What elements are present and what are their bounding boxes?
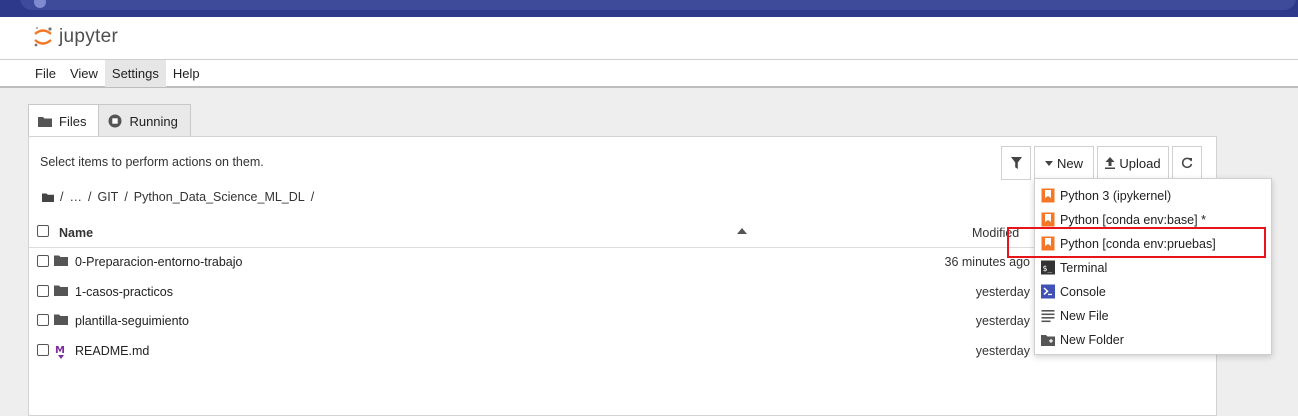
menu-item-new-file[interactable]: New File	[1035, 304, 1271, 328]
filter-icon	[1010, 157, 1022, 169]
notebook-icon	[1041, 212, 1055, 227]
menu-item-python3-ipykernel[interactable]: Python 3 (ipykernel)	[1035, 184, 1271, 208]
terminal-icon: $_	[1041, 260, 1055, 275]
file-toolbar: New Upload	[1001, 146, 1202, 180]
filter-button[interactable]	[1001, 146, 1031, 180]
folder-icon	[54, 314, 68, 325]
file-name[interactable]: README.md	[75, 344, 149, 358]
menu-item-label: Python [conda env:base] *	[1060, 213, 1206, 227]
svg-text:M: M	[55, 345, 65, 356]
breadcrumb-separator: /	[124, 190, 128, 204]
menu-item-label: New Folder	[1060, 333, 1124, 347]
notebook-icon	[1041, 188, 1055, 203]
markdown-file-icon: M	[55, 345, 65, 359]
file-name[interactable]: plantilla-seguimiento	[75, 314, 189, 328]
browser-toolbar	[0, 0, 1298, 17]
file-modified: yesterday	[975, 344, 1030, 358]
new-dropdown-menu: Python 3 (ipykernel) Python [conda env:b…	[1034, 178, 1272, 355]
svg-text:$_: $_	[1043, 264, 1053, 273]
address-bar[interactable]	[20, 0, 1296, 10]
folder-icon[interactable]	[42, 193, 54, 202]
row-checkbox[interactable]	[37, 285, 49, 297]
sort-ascending-icon[interactable]	[737, 228, 747, 234]
jupyter-logo-text: jupyter	[59, 26, 119, 47]
menu-item-new-folder[interactable]: New Folder	[1035, 328, 1271, 352]
upload-button-label: Upload	[1119, 155, 1161, 171]
upload-button[interactable]: Upload	[1097, 146, 1169, 180]
breadcrumb-separator: /	[87, 190, 92, 204]
new-button-label: New	[1056, 155, 1083, 171]
jupyter-logo-icon	[34, 27, 52, 47]
column-header-name[interactable]: Name	[59, 226, 93, 240]
refresh-button[interactable]	[1172, 146, 1202, 180]
menu-item-console[interactable]: Console	[1035, 280, 1271, 304]
jupyter-logo[interactable]: jupyter	[33, 25, 118, 49]
console-icon	[1041, 284, 1055, 299]
breadcrumb: / … / GIT / Python_Data_Science_ML_DL /	[42, 190, 314, 204]
breadcrumb-ellipsis[interactable]: …	[69, 190, 82, 204]
row-checkbox[interactable]	[37, 255, 49, 267]
folder-icon	[38, 117, 52, 127]
menu-item-label: Console	[1060, 285, 1106, 299]
breadcrumb-item-git[interactable]: GIT	[97, 190, 118, 204]
menu-item-label: Python 3 (ipykernel)	[1060, 189, 1172, 203]
select-all-checkbox[interactable]	[37, 225, 49, 237]
menu-item-label: Terminal	[1060, 261, 1108, 275]
menu-view[interactable]: View	[63, 60, 105, 87]
caret-down-icon	[1044, 160, 1053, 166]
file-modified: yesterday	[975, 285, 1030, 299]
folder-icon	[54, 285, 68, 296]
file-name[interactable]: 0-Preparacion-entorno-trabajo	[75, 255, 242, 269]
breadcrumb-item-current[interactable]: Python_Data_Science_ML_DL	[134, 190, 305, 204]
upload-icon	[1105, 157, 1116, 169]
breadcrumb-separator: /	[310, 190, 315, 204]
new-folder-icon	[1041, 335, 1055, 346]
breadcrumb-root-separator: /	[60, 190, 64, 204]
file-modified: yesterday	[975, 314, 1030, 328]
stop-circle-icon	[108, 114, 122, 128]
tab-running-label: Running	[129, 113, 178, 129]
menu-settings[interactable]: Settings	[104, 60, 166, 87]
menu-file[interactable]: File	[28, 60, 63, 87]
row-checkbox[interactable]	[37, 314, 49, 326]
refresh-icon	[1181, 157, 1193, 169]
tab-running[interactable]: Running	[98, 104, 191, 137]
menu-item-terminal[interactable]: $_ Terminal	[1035, 256, 1271, 280]
new-button[interactable]: New	[1034, 146, 1094, 180]
highlight-annotation-box	[1007, 227, 1266, 258]
row-checkbox[interactable]	[37, 344, 49, 356]
folder-icon	[54, 255, 68, 266]
menu-help[interactable]: Help	[166, 60, 207, 87]
file-browser-tabs: Files Running	[28, 104, 191, 138]
tab-files[interactable]: Files	[28, 104, 100, 138]
file-icon	[1041, 310, 1055, 323]
menu-item-label: New File	[1060, 309, 1109, 323]
menu-bar: File View Settings Help	[0, 59, 1298, 88]
tab-files-label: Files	[59, 114, 87, 129]
file-name[interactable]: 1-casos-practicos	[75, 285, 173, 299]
app-header: jupyter	[0, 17, 1298, 59]
instructions-text: Select items to perform actions on them.	[40, 155, 264, 169]
